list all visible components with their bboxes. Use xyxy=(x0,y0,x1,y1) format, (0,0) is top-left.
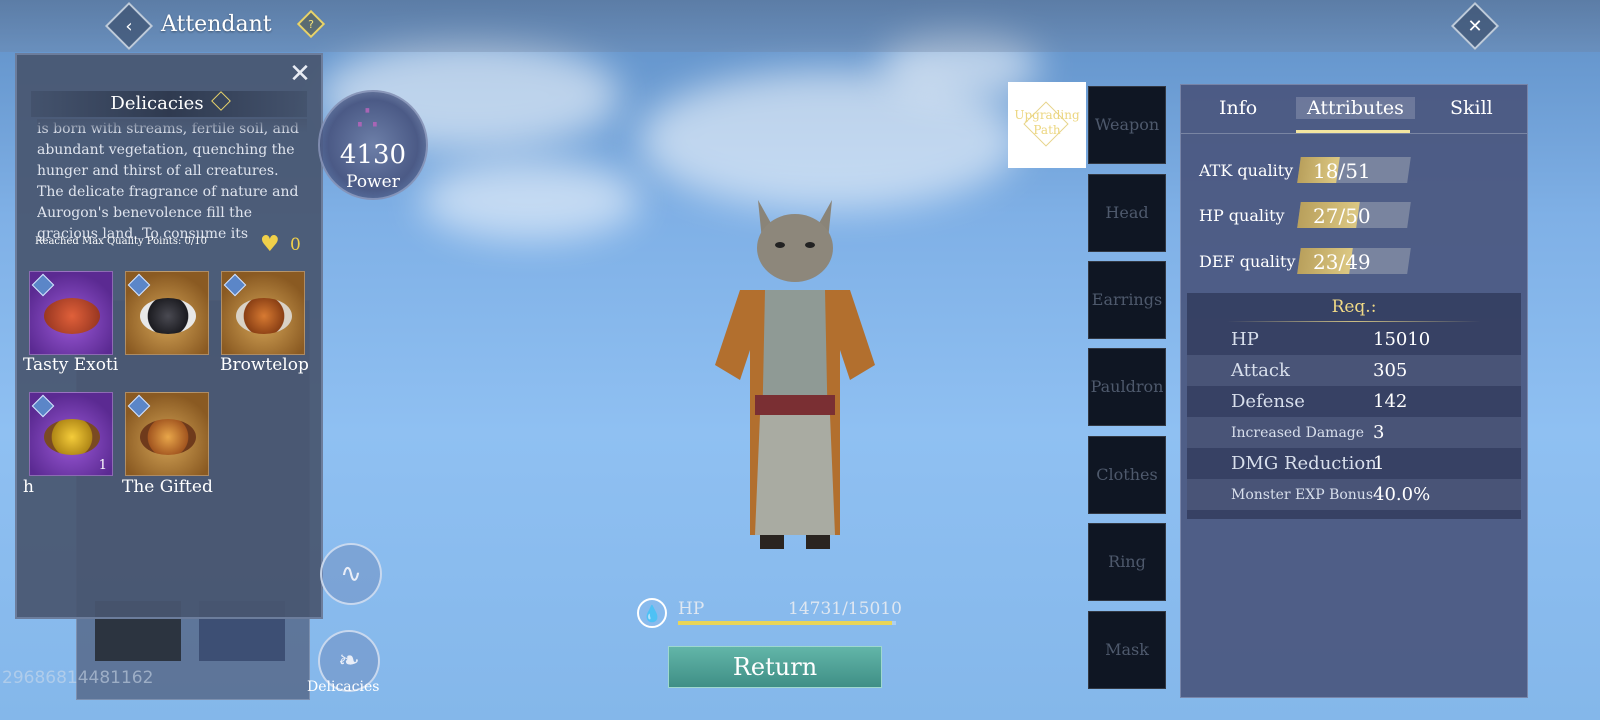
fade-overlay xyxy=(37,119,307,133)
stat-value: 3 xyxy=(1373,422,1385,443)
stat-row: HP 15010 xyxy=(1187,324,1521,355)
quality-label: HP quality xyxy=(1199,206,1285,225)
delicacy-item[interactable] xyxy=(125,392,209,476)
hp-bar-fill xyxy=(678,621,892,625)
delicacies-popup: ✕ Delicacies is born with streams, ferti… xyxy=(15,53,323,619)
popup-description[interactable]: is born with streams, fertile soil, and … xyxy=(37,119,307,243)
hp-bar xyxy=(678,621,896,625)
hp-label: HP xyxy=(678,599,705,619)
quality-badge-icon xyxy=(223,273,247,297)
stat-row: DMG Reduction 1 xyxy=(1187,448,1521,479)
stat-name: Defense xyxy=(1231,391,1305,412)
divider xyxy=(1181,133,1527,134)
dish-icon xyxy=(140,419,196,455)
close-icon: ✕ xyxy=(1467,15,1483,37)
dish-icon xyxy=(236,298,292,334)
stat-name: Increased Damage xyxy=(1231,425,1365,441)
hp-value: 14731/15010 xyxy=(788,599,902,619)
character-model[interactable] xyxy=(700,190,890,560)
equip-slot-earrings[interactable]: Earrings xyxy=(1088,261,1166,339)
delicacies-label: Delicacies xyxy=(307,679,380,695)
dish-icon xyxy=(44,298,100,334)
popup-header: Delicacies xyxy=(31,91,307,117)
popup-close-icon[interactable]: ✕ xyxy=(287,61,313,87)
description-text: is born with streams, fertile soil, and … xyxy=(37,121,299,242)
equip-slot-clothes[interactable]: Clothes xyxy=(1088,436,1166,514)
power-emblem-icon: ∴ xyxy=(356,98,379,139)
quality-badge-icon xyxy=(31,273,55,297)
popup-title: Delicacies xyxy=(110,93,204,114)
power-value: 4130 xyxy=(339,140,407,170)
dish-icon xyxy=(44,419,100,455)
equip-slot-weapon[interactable]: Weapon xyxy=(1088,86,1166,164)
max-quality-text: Reached Max Quality Points: 0/10 xyxy=(35,236,207,247)
pet-button[interactable]: ∿ xyxy=(320,543,382,605)
quality-badge-icon xyxy=(127,273,151,297)
stat-value: 305 xyxy=(1373,360,1408,381)
upgrading-path-label: Upgrading Path xyxy=(1014,108,1080,137)
quality-label: DEF quality xyxy=(1199,252,1296,271)
return-button[interactable]: Return xyxy=(668,646,882,688)
stat-row: Defense 142 xyxy=(1187,386,1521,417)
delicacy-item[interactable] xyxy=(221,271,305,355)
quality-value: 23/49 xyxy=(1313,250,1371,274)
stat-value: 142 xyxy=(1373,391,1408,412)
item-name: h xyxy=(23,477,34,497)
req-title: Req.: xyxy=(1331,297,1377,317)
quality-value: 18/51 xyxy=(1313,159,1371,183)
delicacy-item[interactable] xyxy=(29,271,113,355)
background-id: 29686814481162 xyxy=(2,668,154,688)
equip-slot-mask[interactable]: Mask xyxy=(1088,611,1166,689)
quality-badge-icon xyxy=(31,394,55,418)
stat-value: 1 xyxy=(1373,453,1385,474)
serpent-icon: ∿ xyxy=(340,559,362,589)
requirements-box: Req.: HP 15010 Attack 305 Defense 142 Incre… xyxy=(1187,293,1521,519)
cloud xyxy=(420,160,640,240)
item-count: 1 xyxy=(98,458,107,473)
stat-row: Attack 305 xyxy=(1187,355,1521,386)
tab-attributes[interactable]: Attributes xyxy=(1296,97,1415,119)
heart-icon: ♥ xyxy=(260,232,280,257)
equip-slot-head[interactable]: Head xyxy=(1088,174,1166,252)
stat-row: Increased Damage 3 xyxy=(1187,417,1521,448)
page-title: Attendant xyxy=(161,12,272,37)
quality-label: ATK quality xyxy=(1199,161,1294,180)
item-name: Tasty Exoti xyxy=(23,355,119,375)
tab-bar: Info Attributes Skill xyxy=(1181,85,1527,134)
stat-name: Attack xyxy=(1231,360,1290,381)
stat-value: 40.0% xyxy=(1373,484,1431,505)
help-icon[interactable] xyxy=(210,91,231,111)
bird-feed-icon: ❧ xyxy=(338,646,360,676)
attributes-panel: Info Attributes Skill ATK quality 18/51 … xyxy=(1180,84,1528,698)
equip-slot-pauldron[interactable]: Pauldron xyxy=(1088,348,1166,426)
chevron-left-icon: ‹ xyxy=(125,15,133,37)
quality-value: 27/50 xyxy=(1313,204,1371,228)
stat-row: Monster EXP Bonus 40.0% xyxy=(1187,479,1521,510)
tab-skill[interactable]: Skill xyxy=(1450,97,1493,119)
equip-slot-ring[interactable]: Ring xyxy=(1088,523,1166,601)
heart-count: 0 xyxy=(290,235,301,255)
item-name: Browtelop xyxy=(220,355,309,375)
delicacy-item[interactable] xyxy=(125,271,209,355)
quality-badge-icon xyxy=(127,394,151,418)
stat-value: 15010 xyxy=(1373,329,1431,350)
power-label: Power xyxy=(346,172,400,192)
hp-drop-icon: 💧 xyxy=(637,598,667,628)
item-name: The Gifted xyxy=(122,477,213,497)
dish-icon xyxy=(140,298,196,334)
divider xyxy=(1227,321,1481,322)
stat-name: DMG Reduction xyxy=(1231,453,1377,474)
tab-info[interactable]: Info xyxy=(1219,97,1257,119)
stat-name: Monster EXP Bonus xyxy=(1231,487,1374,503)
question-icon: ? xyxy=(308,17,314,31)
delicacy-item[interactable]: 1 xyxy=(29,392,113,476)
upgrading-path-button[interactable]: Upgrading Path xyxy=(1008,82,1086,168)
power-emblem: ∴ 4130 Power xyxy=(318,90,428,200)
stat-name: HP xyxy=(1231,329,1259,350)
